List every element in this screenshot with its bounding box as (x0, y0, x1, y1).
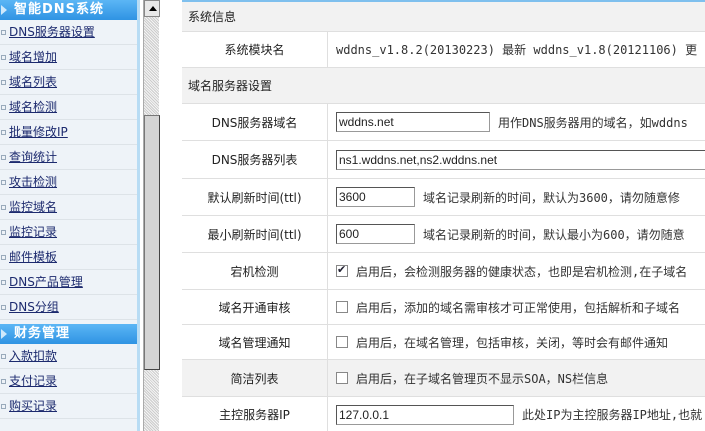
bullet-icon (1, 155, 6, 160)
sidebar-link[interactable]: 攻击检测 (9, 175, 57, 189)
sidebar-item-query-stats[interactable]: 查询统计 (0, 145, 137, 170)
row-label: DNS服务器列表 (182, 141, 328, 178)
row-dns-domain: DNS服务器域名 用作DNS服务器用的域名，如wddns (182, 104, 705, 141)
sidebar-item-domain-check[interactable]: 域名检测 (0, 95, 137, 120)
row-label: 默认刷新时间(ttl) (182, 179, 328, 215)
domain-notify-checkbox[interactable] (336, 336, 348, 348)
arrow-icon (1, 329, 7, 339)
hint-text: 域名记录刷新的时间，默认为3600，请勿随意修 (423, 190, 680, 205)
row-domain-notify: 域名管理通知 启用后，在域名管理，包括审核，关闭，等时会有邮件通知 (182, 325, 705, 360)
sidebar-link[interactable]: 域名增加 (9, 50, 57, 64)
sidebar-link[interactable]: 查询统计 (9, 150, 57, 164)
hint-text: 域名记录刷新的时间，默认最小为600，请勿随意 (423, 227, 685, 242)
sidebar-link[interactable]: 购买记录 (9, 399, 57, 413)
bullet-icon (1, 55, 6, 60)
sidebar-item-domain-add[interactable]: 域名增加 (0, 45, 137, 70)
bullet-icon (1, 305, 6, 310)
sidebar-link[interactable]: 域名检测 (9, 100, 57, 114)
section-title: 域名服务器设置 (188, 79, 273, 93)
row-downtime-check: 宕机检测 启用后，会检测服务器的健康状态，也即是宕机检测,在子域名 (182, 253, 705, 290)
scrollbar-thumb[interactable] (144, 115, 160, 370)
row-label: 简洁列表 (182, 360, 328, 396)
sidebar-link[interactable]: 支付记录 (9, 374, 57, 388)
row-dns-list: DNS服务器列表 (182, 141, 705, 179)
hint-text: 启用后，添加的域名需审核才可正常使用，包括解析和子域名 (356, 300, 681, 315)
hint-text: 启用后，会检测服务器的健康状态，也即是宕机检测,在子域名 (356, 264, 688, 279)
module-version: wddns_v1.8.2(20130223) 最新 wddns_v1.8(201… (336, 43, 698, 57)
min-ttl-input[interactable] (336, 224, 415, 244)
row-label: DNS服务器域名 (182, 104, 328, 140)
domain-approval-checkbox[interactable] (336, 301, 348, 313)
default-ttl-input[interactable] (336, 187, 415, 207)
sidebar-link[interactable]: 监控域名 (9, 200, 57, 214)
sidebar-item-payments[interactable]: 支付记录 (0, 369, 137, 394)
bullet-icon (1, 130, 6, 135)
row-master-ip: 主控服务器IP 此处IP为主控服务器IP地址,也就 (182, 397, 705, 431)
row-default-ttl: 默认刷新时间(ttl) 域名记录刷新的时间，默认为3600，请勿随意修 (182, 179, 705, 216)
sidebar-link[interactable]: 邮件模板 (9, 250, 57, 264)
bullet-icon (1, 280, 6, 285)
sidebar-link[interactable]: DNS产品管理 (9, 275, 83, 289)
sidebar-item-dns-server-settings[interactable]: DNS服务器设置 (0, 20, 137, 45)
sidebar-item-purchases[interactable]: 购买记录 (0, 394, 137, 419)
bullet-icon (1, 180, 6, 185)
bullet-icon (1, 30, 6, 35)
scroll-up-arrow-icon[interactable] (144, 0, 160, 17)
sidebar-item-monitor-records[interactable]: 监控记录 (0, 220, 137, 245)
row-label: 域名管理通知 (182, 325, 328, 359)
row-label: 最小刷新时间(ttl) (182, 216, 328, 252)
row-min-ttl: 最小刷新时间(ttl) 域名记录刷新的时间，默认最小为600，请勿随意 (182, 216, 705, 253)
hint-text: 用作DNS服务器用的域名，如wddns (498, 115, 688, 130)
section-header-system-info: 系统信息 (182, 2, 705, 32)
sidebar-item-domain-list[interactable]: 域名列表 (0, 70, 137, 95)
sidebar-link[interactable]: DNS分组 (9, 300, 59, 314)
sidebar-item-attack-detect[interactable]: 攻击检测 (0, 170, 137, 195)
dns-domain-input[interactable] (336, 112, 490, 132)
sidebar-link[interactable]: 入款扣款 (9, 349, 57, 363)
sidebar-link[interactable]: DNS服务器设置 (9, 25, 95, 39)
bullet-icon (1, 404, 6, 409)
settings-panel: 系统信息 系统模块名 wddns_v1.8.2(20130223) 最新 wdd… (182, 0, 705, 431)
sidebar-item-mail-template[interactable]: 邮件模板 (0, 245, 137, 270)
row-label: 宕机检测 (182, 253, 328, 289)
sidebar-scrollbar[interactable] (143, 0, 160, 431)
section-header-ns-settings: 域名服务器设置 (182, 68, 705, 104)
sidebar-item-monitor-domain[interactable]: 监控域名 (0, 195, 137, 220)
hint-text: 启用后，在子域名管理页不显示SOA，NS栏信息 (356, 371, 609, 386)
sidebar: 智能DNS系统 DNS服务器设置 域名增加 域名列表 域名检测 批量修改IP 查… (0, 0, 140, 431)
dns-list-input[interactable] (336, 149, 705, 170)
bullet-icon (1, 205, 6, 210)
hint-text: 此处IP为主控服务器IP地址,也就 (522, 408, 703, 422)
sidebar-link[interactable]: 批量修改IP (9, 125, 68, 139)
section-label: 财务管理 (14, 326, 71, 341)
row-label: 域名开通审核 (182, 290, 328, 324)
downtime-check-checkbox[interactable] (336, 263, 348, 277)
sidebar-item-deposit[interactable]: 入款扣款 (0, 344, 137, 369)
arrow-icon (1, 5, 7, 15)
row-domain-approval: 域名开通审核 启用后，添加的域名需审核才可正常使用，包括解析和子域名 (182, 290, 705, 325)
sidebar-item-dns-products[interactable]: DNS产品管理 (0, 270, 137, 295)
sidebar-section-finance[interactable]: 财务管理 (0, 324, 137, 344)
sidebar-link[interactable]: 域名列表 (9, 75, 57, 89)
bullet-icon (1, 255, 6, 260)
bullet-icon (1, 230, 6, 235)
row-label: 主控服务器IP (182, 397, 328, 431)
bullet-icon (1, 80, 6, 85)
bullet-icon (1, 105, 6, 110)
section-title: 系统信息 (188, 10, 237, 24)
row-simple-list: 简洁列表 启用后，在子域名管理页不显示SOA，NS栏信息 (182, 360, 705, 397)
row-module-name: 系统模块名 wddns_v1.8.2(20130223) 最新 wddns_v1… (182, 32, 705, 68)
sidebar-section-dns[interactable]: 智能DNS系统 (0, 0, 137, 20)
hint-text: 启用后，在域名管理，包括审核，关闭，等时会有邮件通知 (356, 335, 669, 350)
master-ip-input[interactable] (336, 404, 514, 425)
sidebar-item-batch-ip[interactable]: 批量修改IP (0, 120, 137, 145)
sidebar-item-dns-groups[interactable]: DNS分组 (0, 295, 137, 320)
bullet-icon (1, 379, 6, 384)
row-label: 系统模块名 (182, 32, 328, 67)
section-label: 智能DNS系统 (14, 2, 105, 17)
bullet-icon (1, 354, 6, 359)
sidebar-link[interactable]: 监控记录 (9, 225, 57, 239)
simple-list-checkbox[interactable] (336, 372, 348, 384)
